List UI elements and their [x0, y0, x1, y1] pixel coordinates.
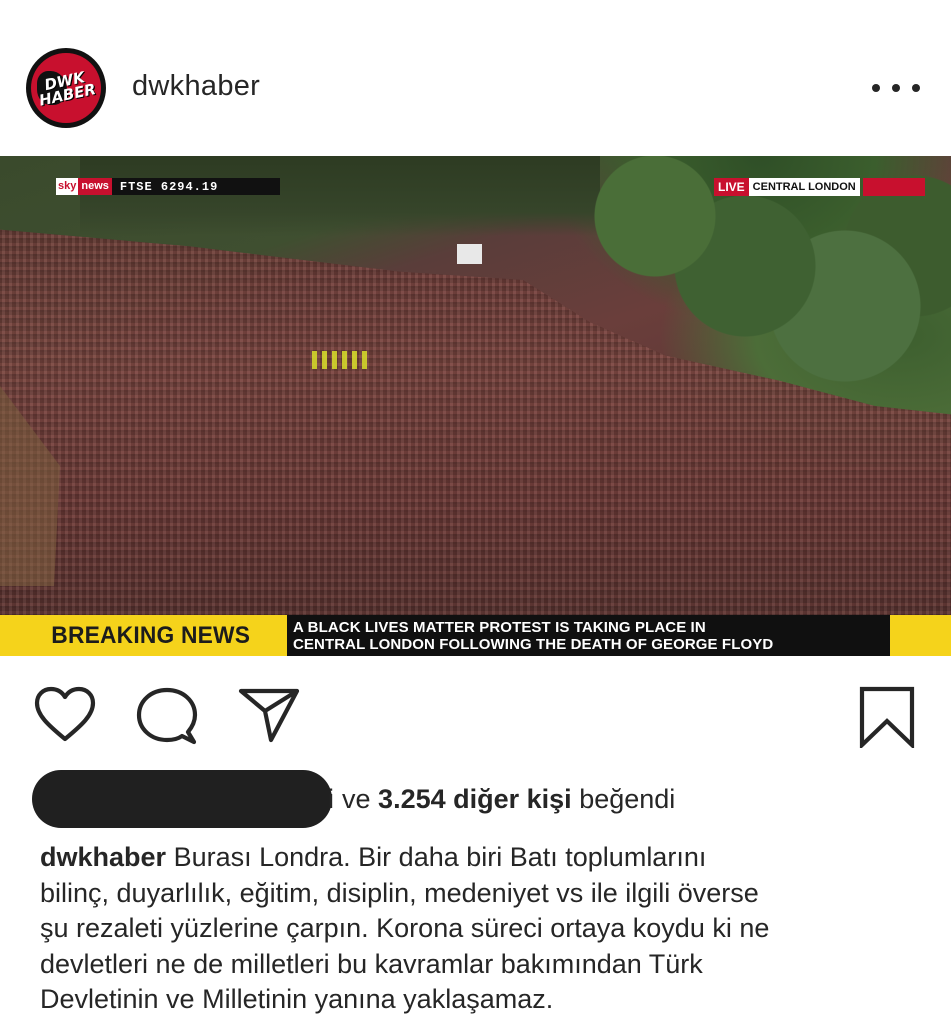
likes-summary[interactable]: i ve 3.254 diğer kişi beğendi: [28, 768, 928, 828]
live-badge: LIVE CENTRAL LONDON: [714, 178, 925, 196]
live-red-bar: [862, 178, 925, 196]
breaking-news-label: BREAKING NEWS: [51, 621, 251, 649]
caption-line: Devletinin ve Milletinin yanına yaklaşam…: [40, 984, 554, 1014]
more-options-icon[interactable]: [872, 74, 920, 102]
heart-icon[interactable]: [34, 686, 96, 744]
more-dot: [892, 84, 900, 92]
caption-line: bilinç, duyarlılık, eğitim, disiplin, me…: [40, 877, 759, 908]
breaking-news-headline: A BLACK LIVES MATTER PROTEST IS TAKING P…: [287, 615, 890, 656]
avatar-logo-text: DWK HABER: [37, 68, 98, 110]
trees-background: [80, 156, 600, 236]
breaking-news-bar: BREAKING NEWS A BLACK LIVES MATTER PROTE…: [0, 615, 951, 656]
redacted-username: [32, 770, 332, 828]
hi-vis-vests: [312, 351, 372, 369]
live-label: LIVE: [714, 178, 749, 196]
news-logo: news: [78, 178, 112, 195]
caption-line: devletleri ne de milletleri bu kavramlar…: [40, 948, 703, 979]
more-dot: [912, 84, 920, 92]
caption-username[interactable]: dwkhaber: [40, 842, 166, 872]
protest-sign: [457, 244, 482, 264]
likes-suffix: beğendi: [579, 784, 676, 814]
likes-prefix: ve: [342, 784, 371, 814]
caption-line: dwkhaber Burası Londra. Bir daha biri Ba…: [40, 840, 930, 876]
caption-line: şu rezaleti yüzlerine çarpın. Korona sür…: [40, 913, 770, 943]
action-bar: [0, 656, 951, 766]
ftse-ticker: FTSE 6294.19: [119, 179, 219, 194]
more-dot: [872, 84, 880, 92]
post-header: DWK HABER dwkhaber: [0, 0, 951, 156]
likes-count[interactable]: 3.254 diğer kişi: [378, 784, 572, 814]
likes-text: ve 3.254 diğer kişi beğendi: [342, 784, 675, 815]
bookmark-icon[interactable]: [858, 686, 916, 748]
location-label: CENTRAL LONDON: [748, 178, 860, 196]
instagram-post: DWK HABER dwkhaber sky news FTSE 6294.19…: [0, 0, 951, 1024]
username[interactable]: dwkhaber: [132, 70, 260, 103]
sky-logo: sky: [56, 178, 79, 195]
sky-news-ticker: sky news FTSE 6294.19: [56, 178, 280, 195]
headline-line: A BLACK LIVES MATTER PROTEST IS TAKING P…: [293, 619, 706, 636]
avatar-logo: DWK HABER: [31, 53, 101, 123]
redacted-name-remnant: i: [328, 784, 334, 814]
post-image[interactable]: sky news FTSE 6294.19 LIVE CENTRAL LONDO…: [0, 156, 951, 656]
avatar[interactable]: DWK HABER: [26, 48, 106, 128]
comment-icon[interactable]: [136, 686, 198, 746]
caption-text: Burası Londra. Bir daha biri Batı toplum…: [173, 842, 707, 872]
post-caption: dwkhaber Burası Londra. Bir daha biri Ba…: [40, 840, 930, 1018]
headline-line: CENTRAL LONDON FOLLOWING THE DEATH OF GE…: [293, 636, 774, 653]
paper-plane-icon[interactable]: [238, 687, 300, 743]
